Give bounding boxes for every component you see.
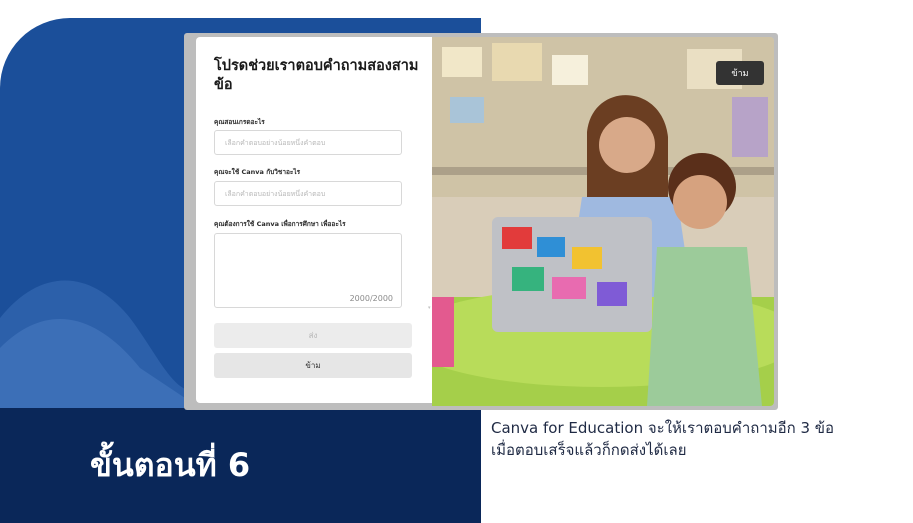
purpose-textarea[interactable]: 2000/2000 [214, 233, 402, 308]
girls-with-laptops-image [432, 37, 774, 406]
description-line-1: Canva for Education จะให้เราตอบคำถามอีก … [491, 419, 835, 437]
skip-button-top[interactable]: ข้าม [716, 61, 764, 85]
skip-button[interactable]: ข้าม [214, 353, 412, 378]
classroom-photo: ข้าม [432, 37, 774, 406]
dialog-scrollbar[interactable]: ▾ [428, 43, 432, 311]
description-line-2: เมื่อตอบเสร็จแล้วก็กดส่งได้เลย [491, 441, 687, 459]
questions-dialog: โปรดช่วยเราตอบคำถามสองสามข้อ คุณสอนเกรดอ… [196, 37, 432, 403]
question-subject-label: คุณจะใช้ Canva กับวิชาอะไร [214, 168, 301, 176]
submit-button[interactable]: ส่ง [214, 323, 412, 348]
step-title: ขั้นตอนที่ 6 [90, 446, 251, 484]
subject-input[interactable] [214, 181, 402, 206]
step-description: Canva for Education จะให้เราตอบคำถามอีก … [491, 417, 901, 461]
scroll-down-arrow-icon[interactable]: ▾ [428, 305, 432, 311]
question-purpose-label: คุณต้องการใช้ Canva เพื่อการศึกษา เพื่ออ… [214, 220, 346, 228]
dialog-heading: โปรดช่วยเราตอบคำถามสองสามข้อ [214, 58, 419, 93]
char-counter: 2000/2000 [349, 294, 393, 303]
canva-screenshot: ข้าม โปรดช่วยเราตอบคำถามสองสามข้อ คุณสอน… [184, 33, 778, 410]
grade-input[interactable] [214, 130, 402, 155]
question-grade-label: คุณสอนเกรดอะไร [214, 118, 265, 126]
